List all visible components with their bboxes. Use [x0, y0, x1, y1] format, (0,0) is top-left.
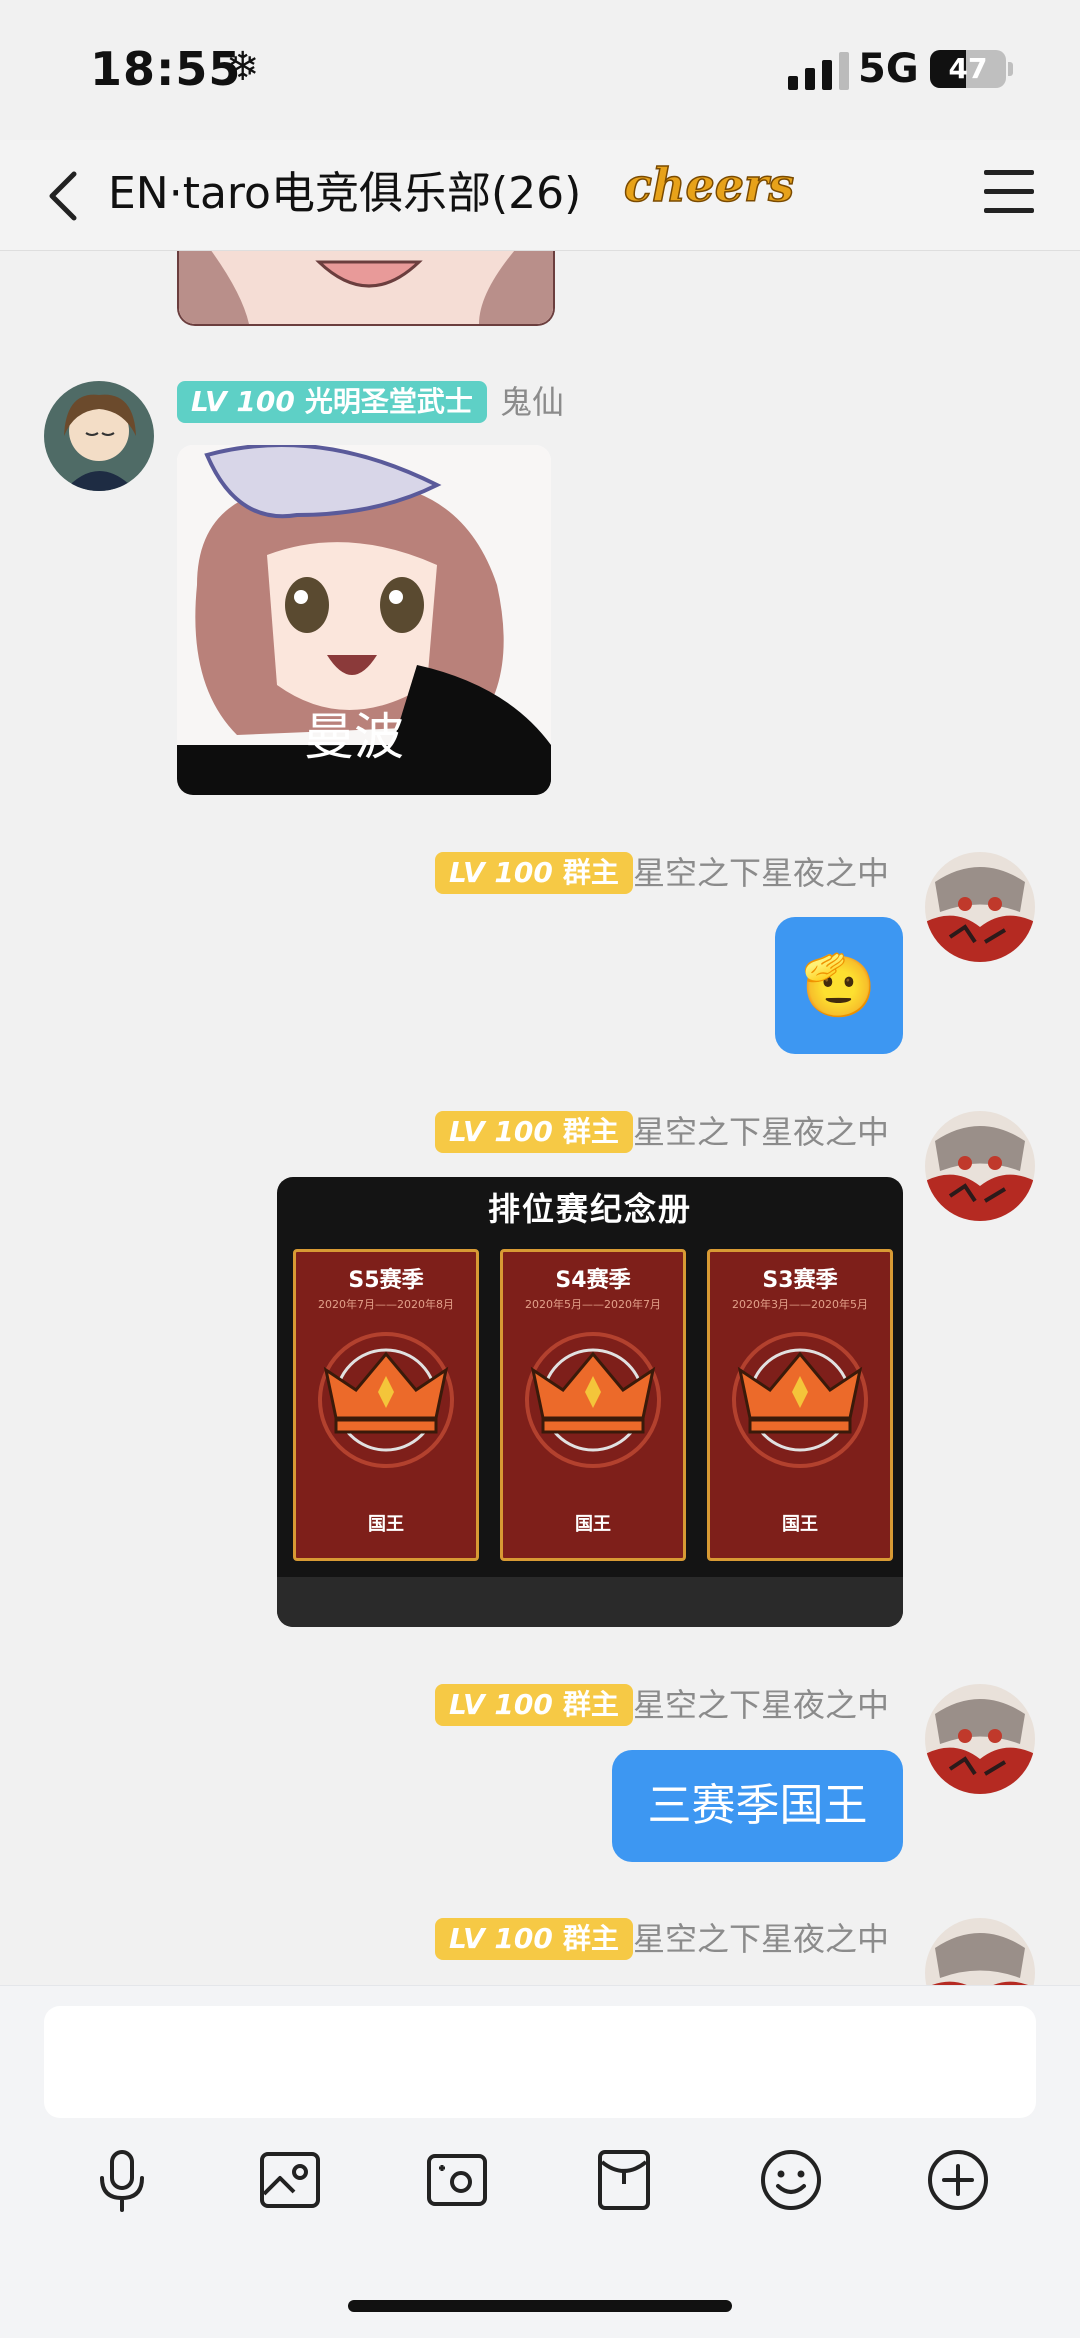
photo-icon[interactable]: [256, 2146, 324, 2214]
avatar-guixian[interactable]: [44, 381, 154, 491]
battery-tip: [1008, 62, 1013, 76]
image-message[interactable]: 排位赛纪念册 S5赛季 2020年7月——2020年8月 国王 S4赛季 202…: [277, 1177, 903, 1627]
avatar-owner[interactable]: [925, 852, 1035, 962]
avatar-image: [925, 852, 1035, 962]
battery-level: 47: [948, 52, 988, 85]
sender-name: 星空之下星夜之中: [633, 1113, 890, 1151]
hamburger-menu-icon[interactable]: [984, 170, 1034, 218]
avatar-image: [925, 1684, 1035, 1794]
season-card: S4赛季 2020年5月——2020年7月 国王: [500, 1249, 686, 1561]
image-footer-strip: [277, 1577, 903, 1627]
crown-icon: [732, 1332, 868, 1468]
chevron-left-icon: [49, 171, 77, 221]
cheers-badge: cheers: [623, 157, 795, 213]
crown-icon: [525, 1332, 661, 1468]
emoji-icon[interactable]: [757, 2146, 825, 2214]
message-input[interactable]: [44, 2006, 1036, 2118]
level-tag: LV 100 群主: [435, 852, 633, 894]
avatar-owner[interactable]: [925, 1918, 1035, 1985]
status-time: 18:55: [90, 42, 242, 96]
message-list[interactable]: LV 100 光明圣堂武士 鬼仙 曼波 LV 100 群主 星空之下星夜之中 🫡…: [0, 250, 1080, 1985]
level-tag: LV 100 群主: [435, 1111, 633, 1153]
avatar-image: [925, 1111, 1035, 1221]
camera-icon[interactable]: [423, 2146, 491, 2214]
saluting-face-emoji: 🫡: [801, 951, 877, 1021]
chat-header: EN·taro电竞俱乐部(26) cheers: [0, 140, 1080, 251]
sender-name: 星空之下星夜之中: [633, 854, 890, 892]
sticker-image: [179, 250, 553, 324]
input-toolbar: [0, 2146, 1080, 2226]
red-packet-icon[interactable]: [590, 2146, 658, 2214]
sender-name: 星空之下星夜之中: [633, 1920, 890, 1958]
message-text: 三赛季国王: [647, 1780, 868, 1831]
group-title[interactable]: EN·taro电竞俱乐部(26): [108, 162, 581, 226]
snowflake-icon: ❄: [226, 44, 260, 90]
avatar-image: [925, 1918, 1035, 1985]
avatar-image: [44, 381, 154, 491]
season-card: S5赛季 2020年7月——2020年8月 国王: [293, 1249, 479, 1561]
sticker-partial[interactable]: [177, 250, 555, 326]
level-tag: LV 100 群主: [435, 1918, 633, 1960]
battery-icon: 47: [930, 50, 1006, 88]
status-bar: 18:55 ❄ 5G 47: [0, 0, 1080, 140]
network-type: 5G: [858, 46, 919, 92]
image-heading: 排位赛纪念册: [487, 1190, 692, 1228]
sticker-caption: 曼波: [304, 708, 404, 766]
microphone-icon[interactable]: [88, 2146, 156, 2214]
home-indicator[interactable]: [348, 2300, 732, 2312]
text-bubble[interactable]: 三赛季国王: [612, 1750, 903, 1862]
season-card: S3赛季 2020年3月——2020年5月 国王: [707, 1249, 893, 1561]
back-button[interactable]: [38, 160, 98, 230]
plus-icon[interactable]: [924, 2146, 992, 2214]
avatar-owner[interactable]: [925, 1111, 1035, 1221]
level-tag: LV 100 群主: [435, 1684, 633, 1726]
sender-name: 鬼仙: [500, 383, 565, 421]
sticker-mambo[interactable]: 曼波: [177, 445, 551, 795]
cellular-signal-icon: [788, 52, 849, 90]
crown-icon: [318, 1332, 454, 1468]
emoji-bubble[interactable]: 🫡: [775, 917, 903, 1054]
sender-name: 星空之下星夜之中: [633, 1686, 890, 1724]
level-tag: LV 100 光明圣堂武士: [177, 381, 487, 423]
avatar-owner[interactable]: [925, 1684, 1035, 1794]
input-area: [0, 1985, 1080, 2338]
